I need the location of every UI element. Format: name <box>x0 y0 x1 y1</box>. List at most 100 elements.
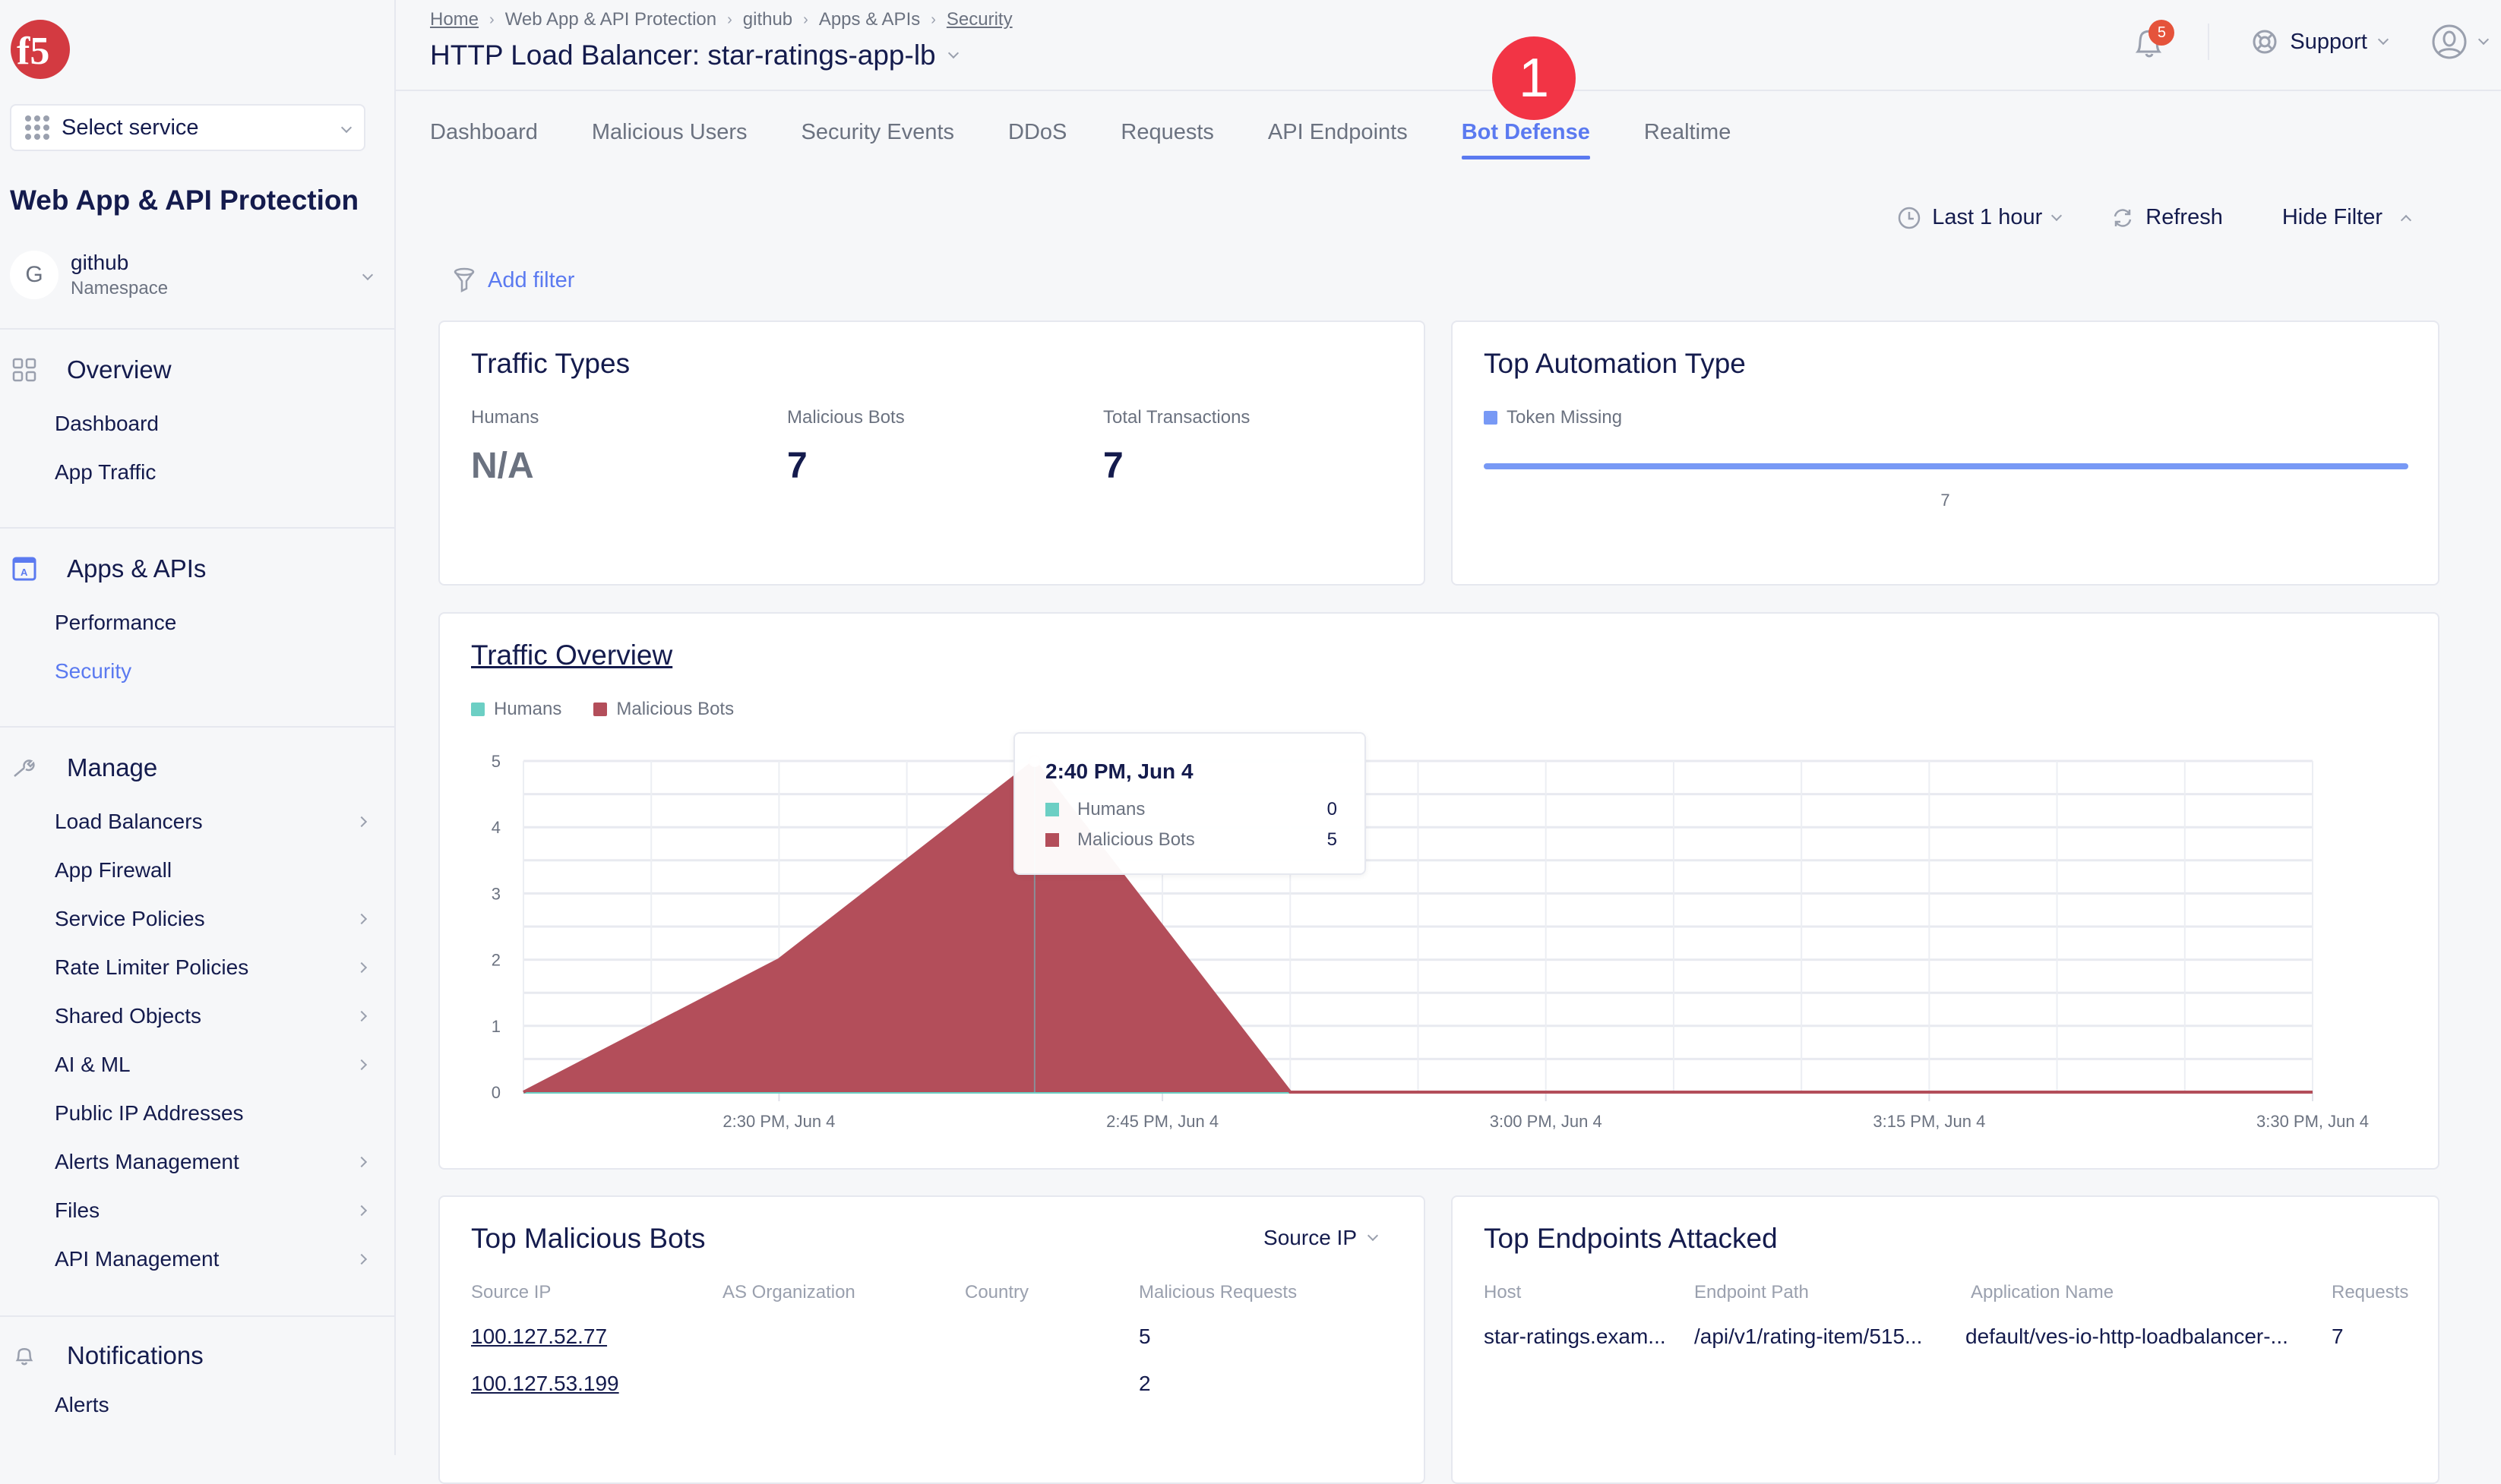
breadcrumb-security[interactable]: Security <box>947 9 1013 30</box>
sidebar-item-dashboard[interactable]: Dashboard <box>0 399 396 448</box>
apps-grid-icon <box>25 115 49 140</box>
tooltip-row-value: 5 <box>1327 829 1337 851</box>
column-header[interactable]: AS Organization <box>722 1282 855 1303</box>
tab-bot-defense[interactable]: Bot Defense <box>1462 114 1590 167</box>
sidebar-item-load-balancers[interactable]: Load Balancers <box>0 797 396 846</box>
sidebar-item-label: App Traffic <box>55 460 365 485</box>
tab-dashboard[interactable]: Dashboard <box>430 114 538 167</box>
breadcrumb: Home › Web App & API Protection › github… <box>430 9 1013 30</box>
x-tick-label: 2:45 PM, Jun 4 <box>1106 1112 1219 1131</box>
tab-api-endpoints[interactable]: API Endpoints <box>1268 114 1408 167</box>
namespace-avatar: G <box>10 251 58 299</box>
sidebar-item-service-policies[interactable]: Service Policies <box>0 895 396 943</box>
column-header[interactable]: Country <box>965 1282 1029 1303</box>
f5-logo[interactable]: f5 <box>9 18 71 81</box>
stat-label: Total Transactions <box>1103 407 1250 428</box>
sidebar-item-rate-limiter-policies[interactable]: Rate Limiter Policies <box>0 943 396 992</box>
top-automation-type-card: Top Automation Type Token Missing 7 <box>1451 320 2439 586</box>
automation-bar-fill <box>1484 463 2408 469</box>
add-filter-button[interactable]: Add filter <box>453 267 574 293</box>
column-header[interactable]: Requests <box>2332 1282 2408 1303</box>
column-header[interactable]: Host <box>1484 1282 1521 1303</box>
app-icon: A <box>12 557 36 581</box>
stat-malicious-bots: Malicious Bots 7 <box>787 407 905 487</box>
sidebar-item-app-traffic[interactable]: App Traffic <box>0 448 396 497</box>
notifications-button[interactable]: 5 <box>2130 23 2168 61</box>
sidebar-item-files[interactable]: Files <box>0 1186 396 1235</box>
column-header[interactable]: Source IP <box>471 1282 551 1303</box>
host-value: star-ratings.exam... <box>1484 1325 1666 1349</box>
breadcrumb-github[interactable]: github <box>743 9 792 30</box>
user-menu[interactable] <box>2431 24 2487 60</box>
stat-total-transactions: Total Transactions 7 <box>1103 407 1250 487</box>
stat-value: 7 <box>787 445 905 487</box>
nav-section-manage: Manage Load Balancers App Firewall Servi… <box>0 749 396 1284</box>
refresh-label: Refresh <box>2145 205 2223 230</box>
group-by-dropdown[interactable]: Source IP <box>1263 1226 1377 1250</box>
sidebar-item-shared-objects[interactable]: Shared Objects <box>0 992 396 1040</box>
tab-realtime[interactable]: Realtime <box>1644 114 1731 167</box>
sidebar-item-performance[interactable]: Performance <box>0 598 396 647</box>
breadcrumb-separator-icon: › <box>931 11 936 29</box>
traffic-overview-chart[interactable]: 0123452:30 PM, Jun 42:45 PM, Jun 43:00 P… <box>440 614 2441 1171</box>
nav-head-overview[interactable]: Overview <box>0 351 396 389</box>
endpoint-path-value: /api/v1/rating-item/515... <box>1694 1325 1922 1349</box>
sidebar-item-ai-ml[interactable]: AI & ML <box>0 1040 396 1089</box>
page-title: HTTP Load Balancer: star-ratings-app-lb <box>430 39 936 71</box>
refresh-button[interactable]: Refresh <box>2111 205 2223 230</box>
breadcrumb-web-app-api-protection[interactable]: Web App & API Protection <box>505 9 716 30</box>
sidebar-item-alerts-management[interactable]: Alerts Management <box>0 1138 396 1186</box>
step-number-badge: 1 <box>1492 36 1576 120</box>
support-menu[interactable]: Support <box>2252 29 2387 55</box>
lifebuoy-icon <box>2252 29 2278 55</box>
sidebar-item-security[interactable]: Security <box>0 647 396 696</box>
select-service-dropdown[interactable]: Select service <box>10 104 365 151</box>
namespace-selector[interactable]: G github Namespace <box>10 249 382 301</box>
nav-head-apps-apis[interactable]: A Apps & APIs <box>0 550 396 588</box>
nav-head-label: Notifications <box>67 1341 204 1370</box>
hide-filter-toggle[interactable]: Hide Filter <box>2282 205 2410 230</box>
card-title: Top Malicious Bots <box>471 1223 705 1255</box>
breadcrumb-separator-icon: › <box>803 11 808 29</box>
filter-icon <box>453 267 476 293</box>
column-header[interactable]: Application Name <box>1971 1282 2114 1303</box>
sidebar-item-api-management[interactable]: API Management <box>0 1235 396 1284</box>
refresh-icon <box>2111 206 2135 230</box>
time-range-dropdown[interactable]: Last 1 hour <box>1897 205 2060 230</box>
column-header[interactable]: Endpoint Path <box>1694 1282 1809 1303</box>
grid-icon <box>12 358 36 382</box>
tab-requests[interactable]: Requests <box>1121 114 1214 167</box>
source-ip-link[interactable]: 100.127.52.77 <box>471 1325 607 1349</box>
page-title-dropdown[interactable]: HTTP Load Balancer: star-ratings-app-lb <box>430 39 957 71</box>
tooltip-row-label: Humans <box>1077 799 1327 820</box>
tab-security-events[interactable]: Security Events <box>802 114 954 167</box>
chevron-right-icon <box>356 914 367 924</box>
source-ip-link[interactable]: 100.127.53.199 <box>471 1372 619 1396</box>
y-tick-label: 4 <box>492 818 501 837</box>
chevron-down-icon <box>1367 1230 1378 1241</box>
sidebar-item-alerts[interactable]: Alerts <box>0 1381 396 1429</box>
namespace-label: Namespace <box>71 278 364 299</box>
support-label: Support <box>2290 30 2367 55</box>
sidebar-divider <box>0 1315 396 1317</box>
sidebar-divider <box>0 726 396 728</box>
tooltip-row-malicious-bots: Malicious Bots 5 <box>1045 829 1337 851</box>
sidebar-item-public-ip-addresses[interactable]: Public IP Addresses <box>0 1089 396 1138</box>
chevron-right-icon <box>356 816 367 827</box>
chevron-down-icon <box>341 122 352 133</box>
column-header[interactable]: Malicious Requests <box>1139 1282 1297 1303</box>
sidebar-item-app-firewall[interactable]: App Firewall <box>0 846 396 895</box>
nav-head-manage[interactable]: Manage <box>0 749 396 787</box>
time-range-label: Last 1 hour <box>1932 205 2042 230</box>
wrench-icon <box>12 756 36 780</box>
breadcrumb-apps-apis[interactable]: Apps & APIs <box>819 9 920 30</box>
nav-head-label: Overview <box>67 355 172 384</box>
legend-swatch <box>1045 803 1059 816</box>
tab-ddos[interactable]: DDoS <box>1008 114 1067 167</box>
breadcrumb-home[interactable]: Home <box>430 9 479 30</box>
nav-head-notifications[interactable]: Notifications <box>0 1337 396 1375</box>
tab-bar: Dashboard Malicious Users Security Event… <box>430 114 1785 167</box>
chart-tooltip: 2:40 PM, Jun 4 Humans 0 Malicious Bots 5 <box>1013 732 1366 875</box>
stat-value: N/A <box>471 445 539 487</box>
tab-malicious-users[interactable]: Malicious Users <box>592 114 748 167</box>
